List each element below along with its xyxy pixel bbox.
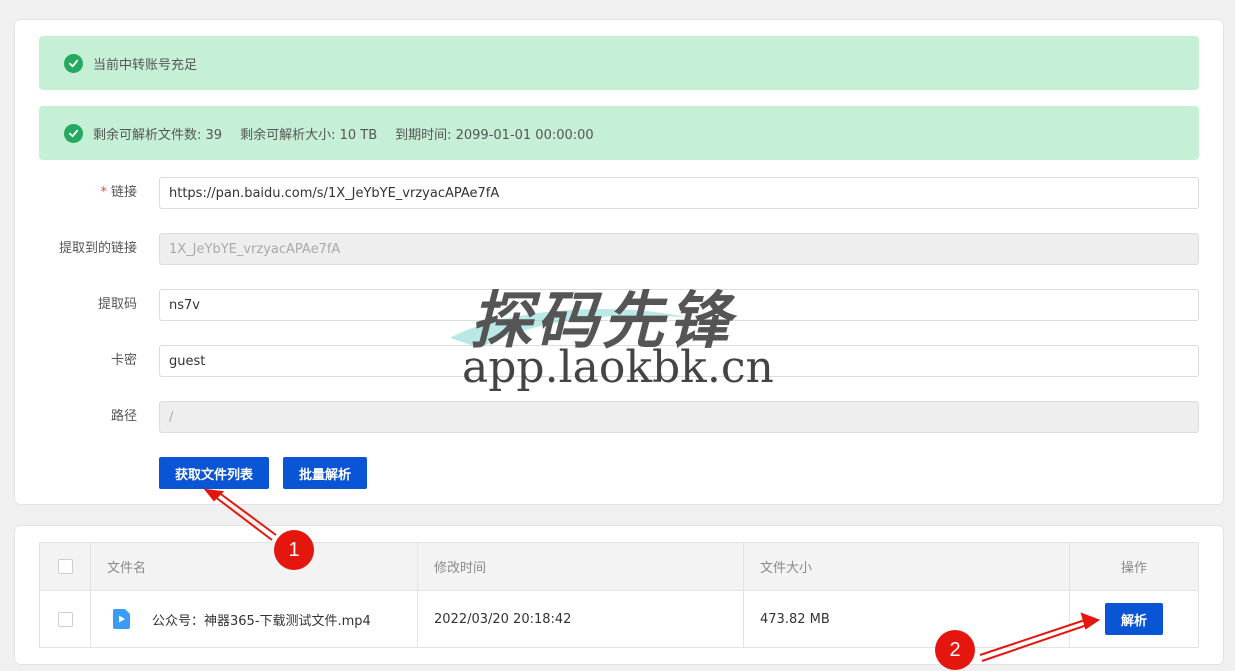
required-mark: *	[100, 185, 107, 200]
link-label: * 链接	[100, 185, 137, 200]
check-circle-icon	[64, 123, 83, 143]
parse-button[interactable]: 解析	[1104, 603, 1163, 635]
header-file-name: 文件名	[91, 543, 418, 590]
select-all-checkbox[interactable]	[58, 559, 73, 574]
get-file-list-button[interactable]: 获取文件列表	[159, 457, 270, 489]
account-status-text: 当前中转账号充足	[93, 57, 198, 73]
file-table: 文件名 修改时间 文件大小 操作 公众号：神器365-下载测试文件.mp4 20…	[39, 542, 1199, 648]
file-modified-time: 2022/03/20 20:18:42	[418, 591, 744, 647]
check-circle-icon	[64, 53, 83, 73]
extract-code-label: 提取码	[97, 297, 137, 312]
annotation-badge-1: 1	[274, 530, 314, 570]
file-size: 473.82 MB	[744, 591, 1070, 647]
extracted-link-label: 提取到的链接	[58, 241, 137, 256]
expire-text: 到期时间: 2099-01-01 00:00:00	[395, 127, 594, 143]
card-key-input[interactable]	[159, 345, 1199, 377]
link-row: * 链接	[15, 177, 1223, 209]
table-row: 公众号：神器365-下载测试文件.mp4 2022/03/20 20:18:42…	[40, 591, 1198, 647]
file-list-card: 文件名 修改时间 文件大小 操作 公众号：神器365-下载测试文件.mp4 20…	[14, 525, 1224, 665]
size-left-text: 剩余可解析大小: 10 TB	[240, 127, 378, 143]
extracted-link-input	[159, 233, 1199, 265]
extracted-link-row: 提取到的链接	[15, 233, 1223, 265]
annotation-badge-2: 2	[935, 630, 975, 670]
path-input	[159, 401, 1199, 433]
video-file-icon	[113, 609, 130, 629]
extract-code-input[interactable]	[159, 289, 1199, 321]
extract-code-row: 提取码	[15, 289, 1223, 321]
row-checkbox[interactable]	[58, 611, 73, 627]
file-name[interactable]: 公众号：神器365-下载测试文件.mp4	[152, 610, 371, 629]
card-key-label: 卡密	[110, 353, 137, 368]
path-row: 路径	[15, 401, 1223, 433]
header-modified-time: 修改时间	[418, 543, 744, 590]
files-left-text: 剩余可解析文件数: 39	[93, 127, 223, 143]
batch-parse-button[interactable]: 批量解析	[283, 457, 368, 489]
account-status-alert: 当前中转账号充足	[39, 36, 1199, 90]
path-label: 路径	[110, 409, 137, 424]
quota-alert: 剩余可解析文件数: 39 剩余可解析大小: 10 TB 到期时间: 2099-0…	[39, 106, 1199, 160]
parse-form-card: 当前中转账号充足 剩余可解析文件数: 39 剩余可解析大小: 10 TB 到期时…	[14, 19, 1224, 505]
card-key-row: 卡密	[15, 345, 1223, 377]
link-input[interactable]	[159, 177, 1199, 209]
header-actions: 操作	[1120, 561, 1147, 576]
header-file-size: 文件大小	[744, 543, 1070, 590]
table-header: 文件名 修改时间 文件大小 操作	[40, 543, 1198, 591]
